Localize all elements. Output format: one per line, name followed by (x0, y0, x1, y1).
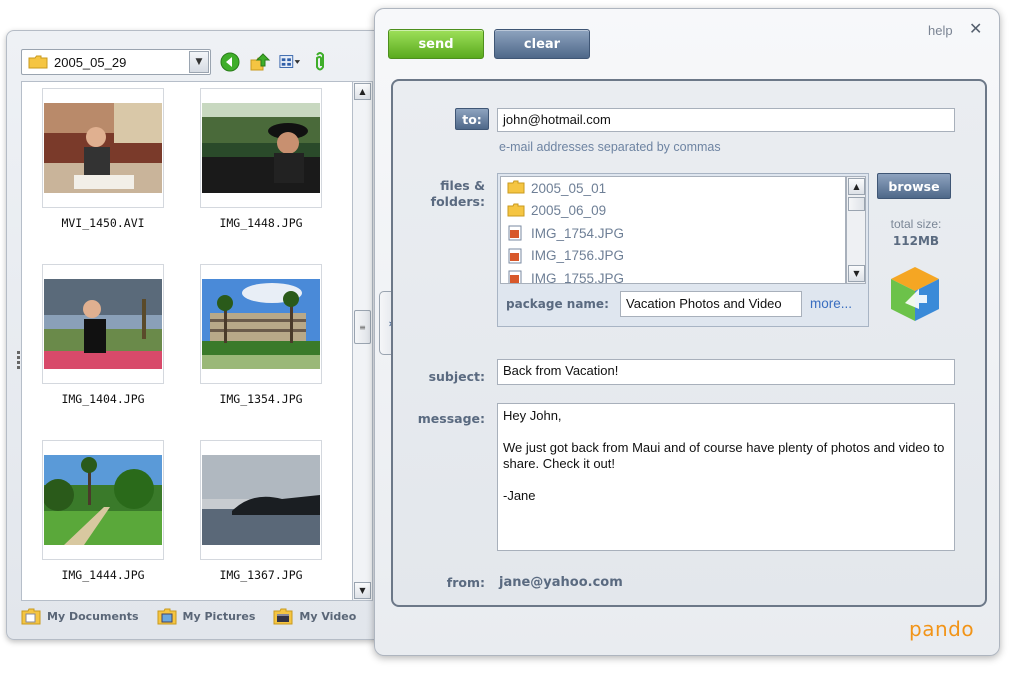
folder-icon (507, 203, 525, 219)
message-label: message: (417, 411, 485, 426)
pictures-icon (157, 607, 177, 625)
total-size-label: total size: (890, 217, 942, 231)
file-browser-panel: 2005_05_29 ▼ MVI_1450.AVI IMG_1448.JPG I… (6, 30, 382, 640)
subject-label: subject: (428, 369, 485, 384)
files-label: files & folders: (430, 178, 485, 209)
thumbnail-frame (200, 88, 322, 208)
thumbnail-item[interactable]: IMG_1367.JPG (200, 440, 322, 582)
browser-toolbar (219, 51, 331, 73)
compose-window: send clear help ✕ » to: john@hotmail.com… (374, 8, 1000, 656)
scroll-down-icon[interactable]: ▼ (354, 582, 371, 599)
thumbnail-item[interactable]: IMG_1404.JPG (42, 264, 164, 406)
video-icon (273, 607, 293, 625)
package-name-label: package name: (506, 297, 609, 311)
package-name-field[interactable]: Vacation Photos and Video (620, 291, 802, 317)
more-link[interactable]: more... (810, 296, 852, 311)
thumbnail-caption: IMG_1367.JPG (219, 568, 303, 582)
to-field[interactable]: john@hotmail.com (497, 108, 955, 132)
from-value: jane@yahoo.com (499, 575, 623, 590)
quicklink-label: My Video (299, 609, 357, 623)
file-list-item[interactable]: IMG_1755.JPG (501, 267, 845, 284)
thumbnail-frame (200, 440, 322, 560)
documents-icon (21, 607, 41, 625)
close-icon[interactable]: ✕ (969, 19, 982, 38)
file-list-item[interactable]: 2005_05_01 (501, 177, 845, 200)
from-label: from: (446, 575, 485, 590)
quicklink-my-documents[interactable]: My Documents (21, 607, 139, 625)
thumbnail-item[interactable]: MVI_1450.AVI (42, 88, 164, 230)
photo-beach-woman (44, 279, 162, 369)
thumbnail-item[interactable]: IMG_1444.JPG (42, 440, 164, 582)
dropdown-arrow-icon[interactable]: ▼ (189, 51, 209, 73)
thumbnail-caption: IMG_1404.JPG (61, 392, 145, 406)
app-screenshot: 2005_05_29 ▼ MVI_1450.AVI IMG_1448.JPG I… (0, 0, 1020, 675)
quicklink-my-video[interactable]: My Video (273, 607, 356, 625)
scroll-thumb[interactable] (848, 197, 865, 211)
pando-logo: pando (909, 617, 975, 641)
files-group: 2005_05_01 2005_06_09 IMG_1754.JPG IMG_1… (497, 173, 869, 327)
send-button[interactable]: send (388, 29, 484, 59)
quicklink-label: My Documents (47, 609, 139, 623)
photo-garden-path (44, 455, 162, 545)
back-arrow-icon[interactable] (219, 51, 241, 73)
folder-dropdown-value: 2005_05_29 (54, 54, 127, 70)
thumbnail-grid: MVI_1450.AVI IMG_1448.JPG IMG_1404.JPG I… (21, 81, 353, 601)
file-list-item[interactable]: IMG_1754.JPG (501, 222, 845, 245)
quicklink-label: My Pictures (182, 609, 256, 623)
folder-icon (507, 180, 525, 196)
photo-sea-rocks (202, 455, 320, 545)
subject-field[interactable]: Back from Vacation! (497, 359, 955, 385)
file-name: 2005_05_01 (531, 180, 607, 196)
message-field[interactable]: Hey John, We just got back from Maui and… (497, 403, 955, 551)
photo-hotel-palms (202, 279, 320, 369)
thumbnail-scrollbar[interactable]: ▲ ≡ ▼ (353, 81, 373, 601)
thumbnail-caption: IMG_1354.JPG (219, 392, 303, 406)
image-file-icon (507, 270, 525, 283)
quicklink-my-pictures[interactable]: My Pictures (157, 607, 256, 625)
image-file-icon (507, 248, 525, 264)
clear-button[interactable]: clear (494, 29, 590, 59)
thumbnail-frame (200, 264, 322, 384)
file-list-item[interactable]: 2005_06_09 (501, 200, 845, 223)
help-link[interactable]: help (928, 23, 953, 38)
thumbnail-frame (42, 88, 164, 208)
file-name: 2005_06_09 (531, 203, 607, 219)
file-name: IMG_1755.JPG (531, 270, 625, 284)
file-list-scrollbar[interactable]: ▲ ▼ (846, 176, 866, 284)
scroll-thumb[interactable]: ≡ (354, 310, 371, 344)
to-hint: e-mail addresses separated by commas (499, 140, 721, 154)
file-name: IMG_1756.JPG (531, 248, 625, 264)
thumbnail-caption: MVI_1450.AVI (61, 216, 145, 230)
thumbnail-caption: IMG_1444.JPG (61, 568, 145, 582)
view-mode-icon[interactable] (279, 51, 301, 73)
to-button[interactable]: to: (455, 108, 489, 130)
image-file-icon (507, 225, 525, 241)
compose-form: to: john@hotmail.com e-mail addresses se… (391, 79, 987, 607)
file-name: IMG_1754.JPG (531, 225, 625, 241)
photo-car-woman (202, 103, 320, 193)
thumbnail-frame (42, 264, 164, 384)
thumbnail-frame (42, 440, 164, 560)
thumbnail-item[interactable]: IMG_1448.JPG (200, 88, 322, 230)
scroll-up-icon[interactable]: ▲ (354, 83, 371, 100)
folder-icon (28, 55, 48, 69)
browse-button[interactable]: browse (877, 173, 951, 199)
photo-cafe-woman (44, 103, 162, 193)
scroll-down-icon[interactable]: ▼ (848, 265, 865, 282)
scroll-up-icon[interactable]: ▲ (848, 178, 865, 195)
thumbnail-caption: IMG_1448.JPG (219, 216, 303, 230)
file-list[interactable]: 2005_05_01 2005_06_09 IMG_1754.JPG IMG_1… (500, 176, 846, 284)
thumbnail-item[interactable]: IMG_1354.JPG (200, 264, 322, 406)
attach-icon[interactable] (309, 51, 331, 73)
pando-cube-icon (891, 267, 939, 321)
quicklinks-bar: My Documents My Pictures My Video (21, 607, 356, 625)
folder-dropdown[interactable]: 2005_05_29 ▼ (21, 49, 211, 75)
total-size-value: 112MB (892, 234, 940, 248)
up-folder-icon[interactable] (249, 51, 271, 73)
file-list-item[interactable]: IMG_1756.JPG (501, 245, 845, 268)
